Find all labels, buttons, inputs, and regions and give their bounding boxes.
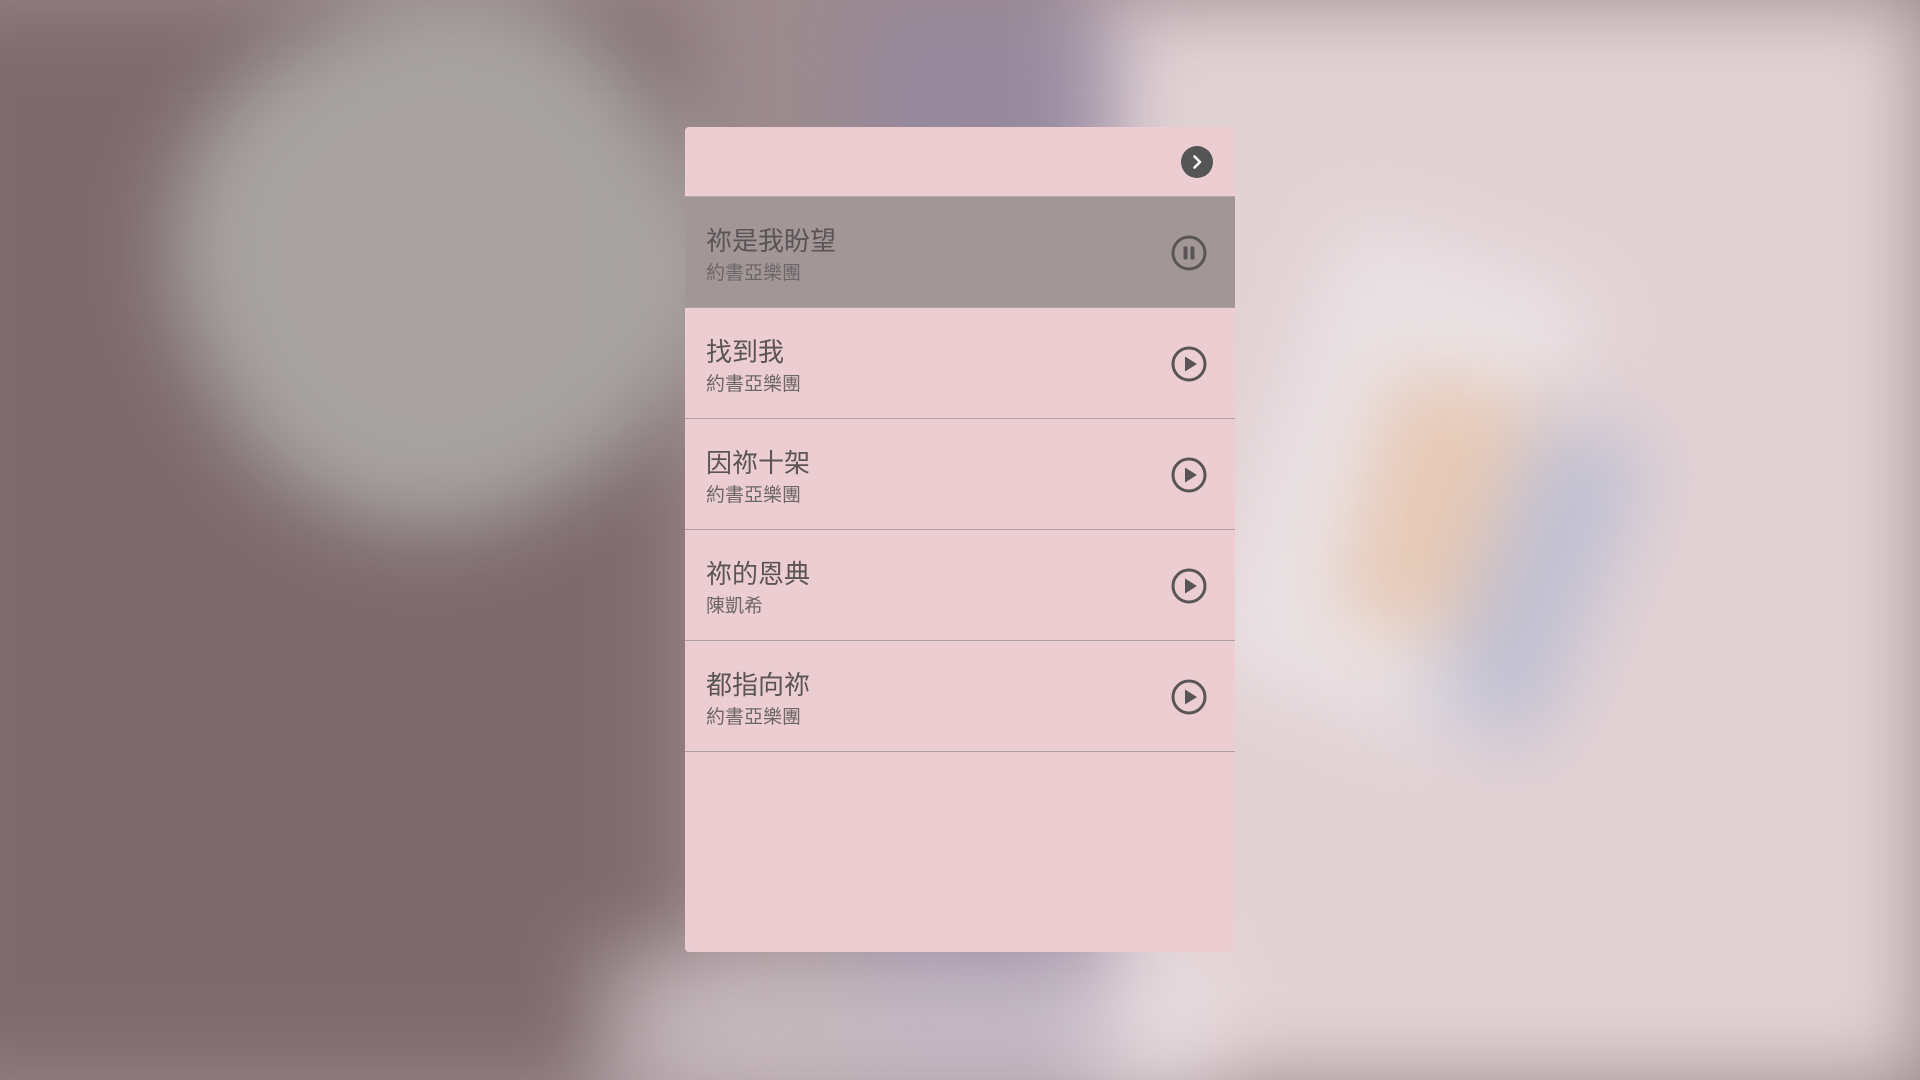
play-circle-icon bbox=[1171, 346, 1207, 382]
track-item[interactable]: 找到我 約書亞樂團 bbox=[685, 308, 1235, 419]
pause-circle-icon bbox=[1171, 235, 1207, 271]
track-artist: 約書亞樂團 bbox=[706, 262, 802, 284]
track-artist: 約書亞樂團 bbox=[706, 484, 802, 506]
playlist-panel: 祢是我盼望 約書亞樂團 找到我 約書亞樂團 因祢十架 約書亞樂團 祢的恩典 陳凱… bbox=[685, 127, 1235, 952]
chevron-right-circle-icon bbox=[1193, 155, 1202, 169]
play-button[interactable] bbox=[1171, 346, 1207, 382]
play-circle-icon bbox=[1171, 457, 1207, 493]
playlist-header bbox=[685, 127, 1235, 197]
track-artist: 陳凱希 bbox=[706, 595, 764, 617]
track-title: 都指向祢 bbox=[706, 671, 811, 701]
track-item[interactable]: 祢是我盼望 約書亞樂團 bbox=[685, 197, 1235, 308]
track-title: 因祢十架 bbox=[706, 449, 811, 479]
track-artist: 約書亞樂團 bbox=[706, 373, 802, 395]
track-list: 祢是我盼望 約書亞樂團 找到我 約書亞樂團 因祢十架 約書亞樂團 祢的恩典 陳凱… bbox=[685, 197, 1235, 752]
track-item[interactable]: 因祢十架 約書亞樂團 bbox=[685, 419, 1235, 530]
track-title: 祢是我盼望 bbox=[706, 227, 837, 257]
play-button[interactable] bbox=[1171, 679, 1207, 715]
track-item[interactable]: 祢的恩典 陳凱希 bbox=[685, 530, 1235, 641]
track-title: 祢的恩典 bbox=[706, 560, 811, 590]
play-circle-icon bbox=[1171, 679, 1207, 715]
track-item[interactable]: 都指向祢 約書亞樂團 bbox=[685, 641, 1235, 752]
play-button[interactable] bbox=[1171, 457, 1207, 493]
track-title: 找到我 bbox=[706, 338, 785, 368]
pause-button[interactable] bbox=[1171, 235, 1207, 271]
track-artist: 約書亞樂團 bbox=[706, 706, 802, 728]
next-button[interactable] bbox=[1181, 146, 1213, 178]
play-circle-icon bbox=[1171, 568, 1207, 604]
play-button[interactable] bbox=[1171, 568, 1207, 604]
